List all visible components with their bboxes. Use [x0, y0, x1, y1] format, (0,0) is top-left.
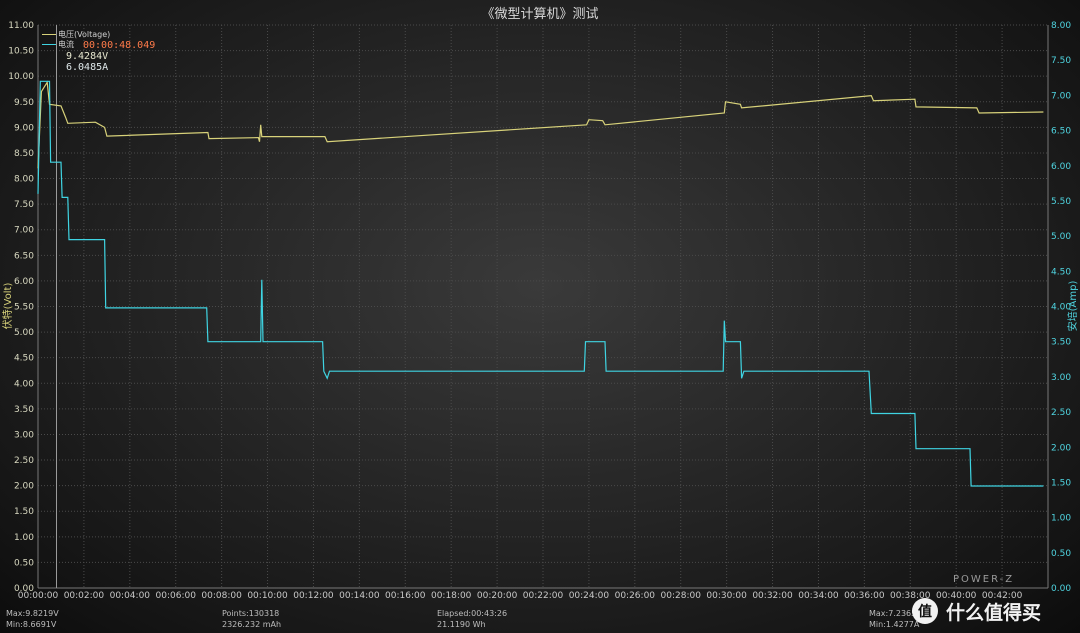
- y-tick-label-left: 8.50: [14, 149, 34, 159]
- y-tick-label-left: 11.00: [8, 21, 34, 31]
- y-tick-label-right: 5.00: [1051, 232, 1071, 242]
- y-tick-label-left: 9.50: [14, 98, 34, 108]
- series-current-line: [37, 80, 1044, 487]
- x-tick-label: 00:28:00: [661, 591, 702, 601]
- y-tick-label-right: 7.50: [1051, 56, 1071, 66]
- x-tick-label: 00:18:00: [431, 591, 472, 601]
- watermark-logo-icon: 值: [912, 598, 938, 624]
- x-tick-label: 00:24:00: [569, 591, 610, 601]
- y-tick-label-left: 1.00: [14, 533, 34, 543]
- y-tick-label-left: 9.00: [14, 123, 34, 133]
- legend-voltage-label: 电压(Voltage): [58, 30, 111, 39]
- cursor-readout: 00:00:48.049 9.4284V 6.0485A: [66, 40, 155, 73]
- x-tick-label: 00:06:00: [156, 591, 197, 601]
- ylabel-right: 安培(Amp): [1066, 281, 1079, 332]
- watermark-text: 什么值得买: [946, 602, 1042, 624]
- y-tick-label-right: 5.50: [1051, 197, 1071, 207]
- y-tick-label-left: 5.50: [14, 303, 34, 313]
- y-tick-label-left: 10.00: [8, 72, 34, 82]
- y-tick-label-right: 1.00: [1051, 514, 1071, 524]
- y-tick-label-left: 8.00: [14, 175, 34, 185]
- x-tick-label: 00:20:00: [477, 591, 518, 601]
- y-tick-label-left: 7.00: [14, 226, 34, 236]
- y-tick-label-left: 3.00: [14, 430, 34, 440]
- y-tick-label-left: 3.50: [14, 405, 34, 415]
- x-tick-label: 00:14:00: [339, 591, 380, 601]
- y-tick-label-left: 4.00: [14, 379, 34, 389]
- legend-voltage: 电压(Voltage): [42, 30, 110, 40]
- energy-wh: 21.1190 Wh: [437, 620, 486, 629]
- x-tick-label: 00:12:00: [293, 591, 334, 601]
- x-tick-label: 00:16:00: [385, 591, 426, 601]
- chart-canvas: 0.000.501.001.502.002.503.003.504.004.50…: [1, 21, 1079, 601]
- svg-text:值: 值: [918, 603, 932, 620]
- cursor-voltage: 9.4284V: [66, 51, 109, 62]
- points-count: Points:130318: [222, 609, 280, 618]
- x-tick-label: 00:34:00: [798, 591, 839, 601]
- elapsed-time: Elapsed:00:43:26: [437, 609, 508, 618]
- x-tick-label: 00:04:00: [110, 591, 151, 601]
- x-tick-label: 00:36:00: [844, 591, 885, 601]
- x-tick-label: 00:08:00: [201, 591, 242, 601]
- x-ticks: 00:00:00 00:02:00 00:04:00 00:06:00 00:08:00…: [18, 591, 1023, 601]
- y-tick-label-right: 8.00: [1051, 21, 1071, 31]
- elapsed-stats: Elapsed:00:43:26 21.1190 Wh: [437, 608, 507, 630]
- x-tick-label: 00:02:00: [64, 591, 105, 601]
- x-tick-label: 00:10:00: [247, 591, 288, 601]
- y-tick-label-left: 0.50: [14, 558, 34, 568]
- y-tick-label-left: 7.50: [14, 200, 34, 210]
- x-tick-label: 00:32:00: [752, 591, 793, 601]
- voltage-max: Max:9.8219V: [6, 609, 59, 618]
- y-tick-label-right: 3.00: [1051, 373, 1071, 383]
- y-tick-label-right: 6.00: [1051, 162, 1071, 172]
- cursor-current: 6.0485A: [66, 62, 109, 73]
- brand-logo: POWER-Z: [953, 574, 1015, 585]
- series-voltage-line: [37, 80, 1044, 169]
- y-tick-label-right: 4.50: [1051, 267, 1071, 277]
- y-tick-label-right: 3.50: [1051, 338, 1071, 348]
- y-tick-label-left: 6.00: [14, 277, 34, 287]
- y-tick-label-left: 10.50: [8, 47, 34, 57]
- y-tick-label-right: 2.50: [1051, 408, 1071, 418]
- y-tick-label-left: 6.50: [14, 251, 34, 261]
- y-tick-label-right: 7.00: [1051, 91, 1071, 101]
- y-tick-label-left: 2.50: [14, 456, 34, 466]
- y-tick-label-left: 1.50: [14, 507, 34, 517]
- capacity-mah: 2326.232 mAh: [222, 620, 282, 629]
- y-tick-label-left: 5.00: [14, 328, 34, 338]
- grid: [37, 24, 1048, 589]
- x-tick-label: 00:30:00: [706, 591, 747, 601]
- voltage-min: Min:8.6691V: [6, 620, 57, 629]
- y-tick-label-right: 2.00: [1051, 443, 1071, 453]
- x-tick-label: 00:22:00: [523, 591, 564, 601]
- capacity-stats: Points:130318 2326.232 mAh: [222, 608, 281, 630]
- y-tick-label-left: 4.50: [14, 354, 34, 364]
- y-tick-label-left: 2.00: [14, 482, 34, 492]
- series: [37, 80, 1044, 487]
- ylabel-left: 伏特(Volt): [1, 283, 14, 330]
- x-tick-label: 00:00:00: [18, 591, 59, 601]
- y-tick-label-right: 6.50: [1051, 127, 1071, 137]
- y-tick-label-right: 1.50: [1051, 478, 1071, 488]
- voltage-stats: Max:9.8219V Min:8.6691V: [6, 608, 59, 630]
- chart-stage: { "chart_data": { "type": "line", "title…: [0, 0, 1080, 633]
- y-tick-label-right: 0.50: [1051, 549, 1071, 559]
- x-tick-label: 00:26:00: [615, 591, 656, 601]
- watermark: 值 什么值得买: [908, 590, 1078, 630]
- cursor-time: 00:00:48.049: [83, 40, 156, 51]
